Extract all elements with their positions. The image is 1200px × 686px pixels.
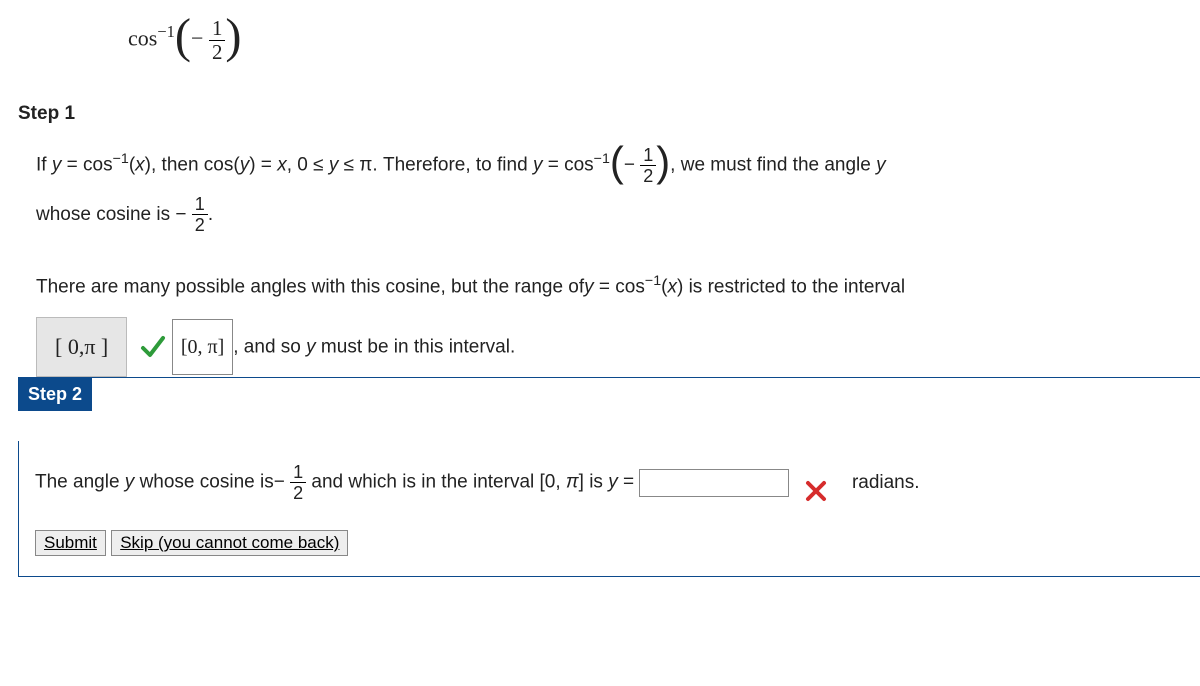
check-icon xyxy=(139,333,167,361)
step1-label: Step 1 xyxy=(18,103,1200,125)
submit-button[interactable]: Submit xyxy=(35,530,106,556)
lparen: ( xyxy=(175,25,191,49)
step2-label: Step 2 xyxy=(18,378,92,411)
skip-button[interactable]: Skip (you cannot come back) xyxy=(111,530,348,556)
units-label: radians. xyxy=(852,472,920,493)
student-answer-box: [ 0,π ] xyxy=(36,317,127,378)
neg-sign: − xyxy=(191,25,209,50)
problem-expression: cos−1(− 12) xyxy=(128,18,1200,63)
fraction-half: 12 xyxy=(209,18,225,63)
x-icon xyxy=(805,480,827,502)
correct-answer-box: [0, π] xyxy=(172,319,233,375)
step2-panel: The angle y whose cosine is− 12 and whic… xyxy=(18,441,1200,577)
func-exponent: −1 xyxy=(157,22,175,41)
rparen: ) xyxy=(225,25,241,49)
answer-input[interactable] xyxy=(639,469,789,497)
step1-body: If y = cos−1(x), then cos(y) = x, 0 ≤ y … xyxy=(36,143,1200,377)
func-prefix: cos xyxy=(128,25,157,50)
